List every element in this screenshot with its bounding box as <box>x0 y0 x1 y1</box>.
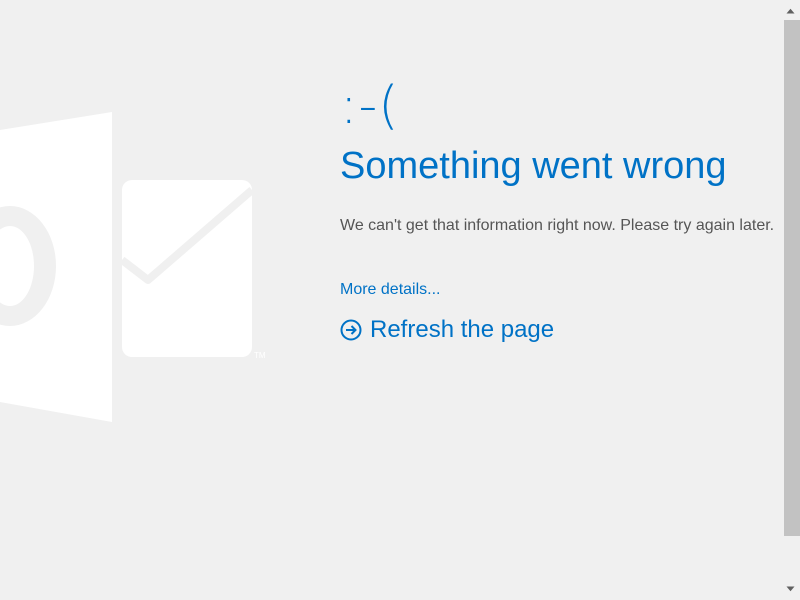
chevron-up-icon <box>786 8 795 14</box>
scroll-up-button[interactable] <box>781 2 800 20</box>
refresh-page-button[interactable]: Refresh the page <box>340 316 780 344</box>
scroll-down-button[interactable] <box>781 580 800 598</box>
chevron-down-icon <box>786 586 795 592</box>
error-page: TM :-( Something went wrong We can't get… <box>0 0 800 600</box>
arrow-circle-right-icon <box>340 319 362 341</box>
refresh-page-label: Refresh the page <box>370 316 555 343</box>
scrollbar-thumb[interactable] <box>784 20 800 536</box>
sad-face-emoticon: :-( <box>340 76 400 136</box>
error-content: :-( Something went wrong We can't get th… <box>340 70 780 344</box>
vertical-scrollbar[interactable] <box>781 0 800 600</box>
error-heading: Something went wrong <box>340 145 727 187</box>
outlook-logo-icon: TM <box>0 112 266 422</box>
trademark-mark: TM <box>254 351 266 360</box>
more-details-link[interactable]: More details... <box>340 280 440 300</box>
error-message: We can't get that information right now.… <box>340 217 775 234</box>
